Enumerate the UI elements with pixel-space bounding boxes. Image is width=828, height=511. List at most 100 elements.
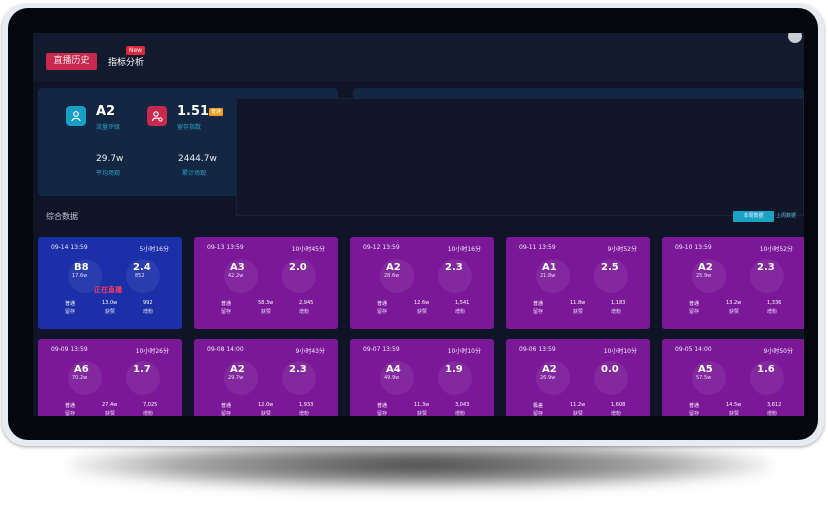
retention-icon bbox=[147, 106, 167, 126]
card-score: 2.4 bbox=[133, 262, 151, 273]
card-duration: 9小时52分 bbox=[607, 246, 637, 253]
card-followers-value: 2,945 bbox=[299, 300, 314, 306]
top-bar: 直播历史 指标分析 New bbox=[33, 33, 804, 81]
card-retention-label: 留存 bbox=[221, 411, 232, 416]
session-card[interactable]: 09-12 13:59 10小时16分 A2 28.6w 2.3 普通 留存 12.6w 获赞 1… bbox=[350, 237, 494, 329]
card-retention-label: 留存 bbox=[533, 309, 544, 315]
card-followers-label: 增粉 bbox=[611, 411, 622, 416]
tab-metric-analysis[interactable]: 指标分析 bbox=[108, 55, 144, 68]
card-score: 2.5 bbox=[601, 262, 619, 273]
card-retention-label: 留存 bbox=[377, 411, 388, 416]
card-retention-value: 普通 bbox=[689, 301, 700, 307]
tab-live-history[interactable]: 直播历史 bbox=[46, 53, 97, 70]
card-date: 09-13 13:59 bbox=[207, 244, 244, 251]
card-score: 2.3 bbox=[757, 262, 775, 273]
card-views: 28.6w bbox=[384, 273, 400, 279]
card-retention-label: 留存 bbox=[533, 411, 544, 416]
card-live-status: 正在直播 bbox=[94, 286, 122, 294]
card-duration: 10小时16分 bbox=[447, 246, 481, 253]
card-followers-label: 增粉 bbox=[143, 411, 154, 416]
card-likes-value: 13.2w bbox=[726, 300, 742, 306]
card-followers-value: 1,336 bbox=[767, 300, 782, 306]
avatar[interactable] bbox=[788, 33, 802, 43]
tablet-frame: 直播历史 指标分析 New A2 流量评级 1.51 普通 留存指数 29.7w… bbox=[2, 4, 824, 446]
card-likes-label: 获赞 bbox=[573, 411, 584, 416]
card-likes-value: 58.3w bbox=[258, 300, 274, 306]
card-grade: A4 bbox=[386, 364, 401, 375]
traffic-grade-label: 流量评级 bbox=[96, 124, 121, 131]
card-views: 21.8w bbox=[540, 273, 556, 279]
card-grade: A2 bbox=[230, 364, 245, 375]
card-followers-label: 增粉 bbox=[143, 309, 154, 315]
card-likes-label: 获赞 bbox=[417, 411, 428, 416]
card-grade: A1 bbox=[542, 262, 557, 273]
card-score: 2.3 bbox=[289, 364, 307, 375]
card-followers-value: 7,025 bbox=[143, 402, 158, 408]
tablet-bezel: 直播历史 指标分析 New A2 流量评级 1.51 普通 留存指数 29.7w… bbox=[8, 8, 818, 440]
session-card[interactable]: 09-06 13:59 10小时10分 A2 26.9w 0.0 极差 留存 11.2w 获赞 1… bbox=[506, 339, 650, 416]
card-followers-value: 3,043 bbox=[455, 402, 470, 408]
card-views: 70.2w bbox=[72, 375, 88, 381]
card-likes-label: 获赞 bbox=[729, 309, 740, 315]
card-likes-value: 27.4w bbox=[102, 402, 118, 408]
card-views: 17.6w bbox=[72, 273, 88, 279]
card-duration: 10小时45分 bbox=[291, 246, 325, 253]
card-likes-value: 14.5w bbox=[726, 402, 742, 408]
card-grade: A2 bbox=[698, 262, 713, 273]
total-views-value: 2444.7w bbox=[178, 154, 217, 164]
this-week-button[interactable]: 本周数据 bbox=[733, 211, 774, 222]
session-card[interactable]: 09-08 14:00 9小时43分 A2 29.7w 2.3 普通 留存 12.0w 获赞 1,… bbox=[194, 339, 338, 416]
card-retention-value: 普通 bbox=[65, 301, 76, 307]
card-grade: B8 bbox=[74, 262, 89, 273]
card-grade: A3 bbox=[230, 262, 245, 273]
last-week-button[interactable]: 上周数据 bbox=[776, 211, 804, 222]
card-followers-value: 1,183 bbox=[611, 300, 626, 306]
card-views: 49.9w bbox=[384, 375, 400, 381]
card-likes-label: 获赞 bbox=[729, 411, 740, 416]
card-likes-label: 获赞 bbox=[573, 309, 584, 315]
session-card[interactable]: 09-05 14:00 9小时50分 A5 57.5w 1.6 普通 留存 14.5w 获赞 3,… bbox=[662, 339, 804, 416]
card-retention-label: 留存 bbox=[65, 309, 76, 315]
card-retention-label: 留存 bbox=[689, 309, 700, 315]
user-icon bbox=[66, 106, 86, 126]
card-score: 1.9 bbox=[445, 364, 463, 375]
card-followers-label: 增粉 bbox=[767, 411, 778, 416]
card-retention-value: 普通 bbox=[533, 301, 544, 307]
card-views: 42.2w bbox=[228, 273, 244, 279]
card-likes-label: 获赞 bbox=[105, 411, 116, 416]
card-followers-value: 3,612 bbox=[767, 402, 782, 408]
session-card[interactable]: 09-11 13:59 9小时52分 A1 21.8w 2.5 普通 留存 11.8w 获赞 1,… bbox=[506, 237, 650, 329]
app-screen: 直播历史 指标分析 New A2 流量评级 1.51 普通 留存指数 29.7w… bbox=[33, 33, 804, 416]
card-score: 2.0 bbox=[289, 262, 307, 273]
card-followers-value: 1,933 bbox=[299, 402, 314, 408]
session-card[interactable]: 09-07 13:59 10小时10分 A4 49.9w 1.9 普通 留存 11.3w 获赞 3… bbox=[350, 339, 494, 416]
card-grade: A2 bbox=[386, 262, 401, 273]
card-retention-label: 留存 bbox=[221, 309, 232, 315]
card-duration: 9小时50分 bbox=[763, 348, 793, 355]
card-retention-value: 普通 bbox=[377, 301, 388, 307]
card-followers-label: 增粉 bbox=[299, 309, 310, 315]
card-date: 09-08 14:00 bbox=[207, 346, 244, 353]
card-date: 09-05 14:00 bbox=[675, 346, 712, 353]
section-title: 综合数据 bbox=[46, 212, 78, 221]
card-duration: 9小时43分 bbox=[295, 348, 325, 355]
session-card[interactable]: 09-09 13:59 10小时26分 A6 70.2w 1.7 普通 留存 27.4w 获赞 7… bbox=[38, 339, 182, 416]
card-followers-label: 增粉 bbox=[455, 309, 466, 315]
session-card[interactable]: 09-10 13:59 10小时52分 A2 25.9w 2.3 普通 留存 13.2w 获赞 1… bbox=[662, 237, 804, 329]
retention-tag: 普通 bbox=[209, 108, 224, 116]
card-score: 1.6 bbox=[757, 364, 775, 375]
card-followers-label: 增粉 bbox=[767, 309, 778, 315]
card-date: 09-06 13:59 bbox=[519, 346, 556, 353]
card-date: 09-14 13:59 bbox=[51, 244, 88, 251]
session-card[interactable]: 09-13 13:59 10小时45分 A3 42.2w 2.0 普通 留存 58.3w 获赞 2… bbox=[194, 237, 338, 329]
session-card[interactable]: 09-14 13:59 5小时16分 B8 17.6w 2.4 852 正在直播 普通 留存 13… bbox=[38, 237, 182, 329]
card-grade: A2 bbox=[542, 364, 557, 375]
card-retention-value: 普通 bbox=[689, 403, 700, 409]
card-followers-label: 增粉 bbox=[299, 411, 310, 416]
card-likes-label: 获赞 bbox=[261, 309, 272, 315]
card-followers-label: 增粉 bbox=[611, 309, 622, 315]
card-retention-value: 普通 bbox=[221, 403, 232, 409]
card-date: 09-12 13:59 bbox=[363, 244, 400, 251]
card-duration: 10小时26分 bbox=[135, 348, 169, 355]
retention-index-value: 1.51 bbox=[177, 104, 210, 119]
